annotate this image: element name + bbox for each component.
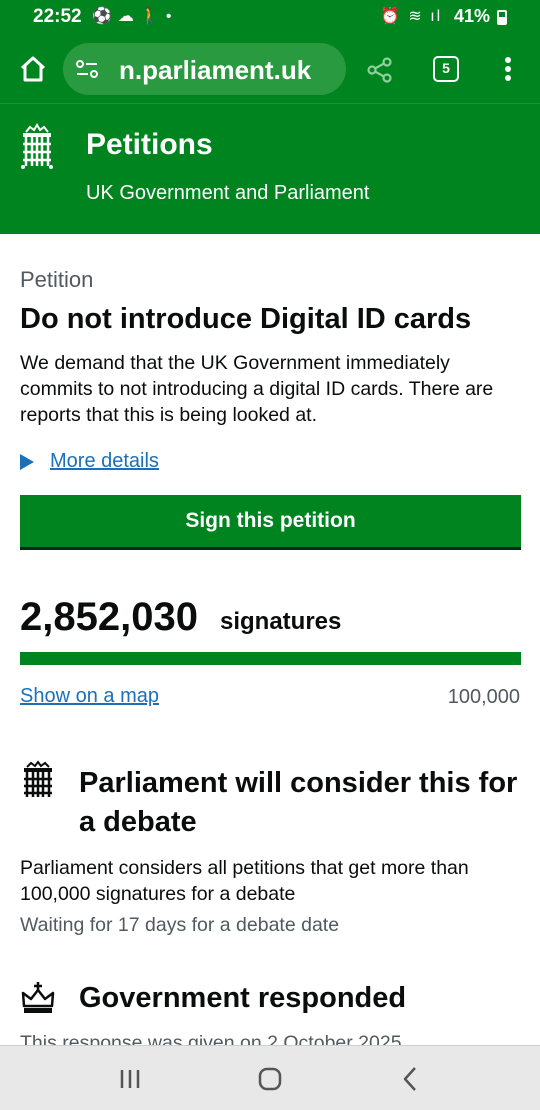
home-icon[interactable] [18, 54, 48, 84]
signature-label: signatures [220, 608, 342, 635]
browser-toolbar: n.parliament.uk 5 [0, 34, 540, 104]
signature-progress-fill [20, 652, 521, 665]
url-text[interactable]: n.parliament.uk [119, 55, 311, 86]
debate-status: Waiting for 17 days for a debate date [20, 914, 340, 936]
status-time: 22:52 [33, 6, 82, 27]
petition-caption: Petition [20, 267, 94, 292]
expand-triangle-icon [20, 454, 34, 470]
battery-icon [497, 10, 507, 25]
back-icon[interactable] [400, 1065, 420, 1093]
tab-switcher-button[interactable]: 5 [433, 56, 459, 82]
signature-target: 100,000 [447, 686, 520, 708]
crown-icon [21, 982, 55, 1013]
show-on-map-link[interactable]: Show on a map [20, 685, 159, 708]
status-bar: 22:52 ⚽☁🚶• ⏰ ≋ ıl 41% [0, 0, 540, 34]
address-bar[interactable]: n.parliament.uk [63, 43, 346, 95]
debate-heading: Parliament will consider this for a deba… [79, 767, 518, 838]
sign-petition-button[interactable]: Sign this petition [20, 495, 521, 550]
system-nav-bar [0, 1045, 540, 1110]
share-icon[interactable] [366, 56, 394, 84]
signature-progress-bar [20, 652, 521, 665]
status-notification-icons: ⚽☁🚶• [92, 8, 178, 25]
recent-apps-icon[interactable] [118, 1068, 142, 1090]
site-settings-icon[interactable] [75, 58, 99, 80]
petition-description: We demand that the UK Government immedia… [20, 352, 494, 426]
battery-percent: 41% [454, 6, 491, 26]
portcullis-logo-icon[interactable] [20, 122, 54, 170]
header-title[interactable]: Petitions [86, 128, 213, 162]
more-details-link[interactable]: More details [50, 450, 159, 473]
status-signal-icons: ⏰ ≋ ıl [380, 8, 443, 25]
header-subtitle: UK Government and Parliament [86, 182, 370, 204]
more-options-icon[interactable] [498, 54, 518, 84]
signature-count: 2,852,030 [20, 595, 198, 639]
portcullis-icon [24, 760, 52, 797]
response-heading: Government responded [79, 982, 407, 1014]
site-header: Petitions UK Government and Parliament [0, 104, 540, 234]
debate-text: Parliament considers all petitions that … [20, 857, 469, 905]
home-button-icon[interactable] [257, 1066, 283, 1092]
petition-title: Do not introduce Digital ID cards [20, 303, 472, 335]
